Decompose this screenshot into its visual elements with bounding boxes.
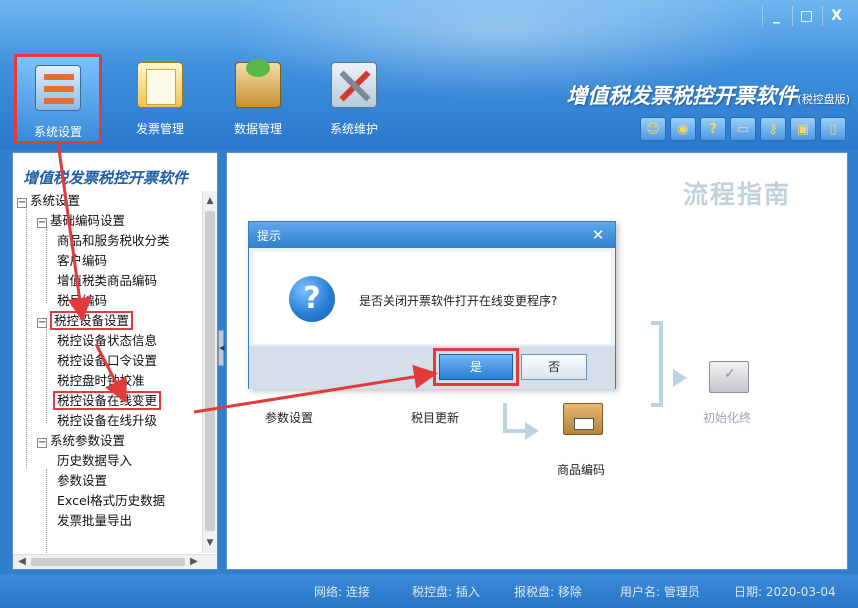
flow-connector <box>651 403 663 407</box>
splitter-handle[interactable]: ◀ <box>218 330 224 366</box>
minimize-icon[interactable]: _ <box>762 6 790 26</box>
toolbar-data-management-button[interactable]: 数据管理 <box>214 54 302 144</box>
navigation-tree-panel: 增值税发票税控开票软件 − 系统设置 − 基础编码设置 商品和服务税收分类 客户编码… <box>12 152 218 570</box>
flow-step-product-code[interactable]: 商品编码 <box>557 461 605 478</box>
tree-vertical-scrollbar[interactable]: ▲ ▼ <box>202 191 217 553</box>
tree-node-system-params[interactable]: − 系统参数设置 <box>37 431 125 451</box>
scroll-up-icon[interactable]: ▲ <box>203 193 217 209</box>
card-icon[interactable]: ▣ <box>790 117 816 141</box>
status-date: 日期: 2020-03-04 <box>734 585 836 599</box>
toolbar-label: 发票管理 <box>135 122 184 136</box>
flow-step-init[interactable]: 初始化终 <box>703 409 751 426</box>
tree-node-basic-code[interactable]: − 基础编码设置 <box>37 211 125 231</box>
guide-title: 流程指南 <box>682 180 791 209</box>
collapse-icon[interactable]: − <box>17 198 27 208</box>
scroll-left-icon[interactable]: ◀ <box>15 555 29 569</box>
key-icon[interactable]: ⚷ <box>760 117 786 141</box>
collapse-icon[interactable]: − <box>37 218 47 228</box>
toolbar-label: 数据管理 <box>233 122 282 136</box>
close-icon[interactable]: X <box>822 6 850 26</box>
flow-step-param-settings[interactable]: 参数设置 <box>265 409 313 426</box>
tree-node-param-settings[interactable]: 参数设置 <box>57 471 107 491</box>
tree-node-tax-classification[interactable]: 商品和服务税收分类 <box>57 231 170 251</box>
scroll-thumb[interactable] <box>31 558 185 566</box>
status-user: 用户名: 管理员 <box>620 585 700 599</box>
init-check-icon[interactable] <box>709 361 749 393</box>
tree-node-device-password[interactable]: 税控设备口令设置 <box>57 351 157 371</box>
window-controls: _ □ X <box>762 6 850 26</box>
flow-connector <box>503 429 527 433</box>
toolbar-label: 系统设置 <box>33 125 82 139</box>
app-edition: (税控盘版) <box>797 93 850 106</box>
toolbar-label: 系统维护 <box>329 122 378 136</box>
dialog-body: ? 是否关闭开票软件打开在线变更程序? <box>253 252 611 344</box>
tree-horizontal-scrollbar[interactable]: ◀ ▶ <box>13 554 217 569</box>
flow-step-tax-item-update[interactable]: 税目更新 <box>411 409 459 426</box>
collapse-icon[interactable]: − <box>37 318 47 328</box>
status-bar: 网络: 连接 税控盘: 插入 报税盘: 移除 用户名: 管理员 日期: 2020… <box>0 574 858 608</box>
tree-title: 增值税发票税控开票软件 <box>23 169 189 187</box>
dialog-footer: 是 否 <box>249 346 615 389</box>
dialog-title: 提示 <box>257 229 282 243</box>
no-button[interactable]: 否 <box>521 354 587 380</box>
tree-guide-line <box>26 209 27 469</box>
status-network: 网络: 连接 <box>314 585 370 599</box>
toolbar-system-maintenance-button[interactable]: 系统维护 <box>310 54 398 144</box>
tree-node-device-online-change[interactable]: 税控设备在线变更 <box>53 391 162 411</box>
dialog-message: 是否关闭开票软件打开在线变更程序? <box>359 294 558 308</box>
globe-icon[interactable]: ◉ <box>670 117 696 141</box>
scroll-down-icon[interactable]: ▼ <box>203 535 217 551</box>
tree-node-device-online-upgrade[interactable]: 税控设备在线升级 <box>57 411 157 431</box>
user-icon[interactable]: ☺ <box>640 117 666 141</box>
tree-guide-line <box>46 229 47 303</box>
tree-node-tax-item-code[interactable]: 税目编码 <box>57 291 107 311</box>
tree-node-clock-calibration[interactable]: 税控盘时钟校准 <box>57 371 145 391</box>
window-icon[interactable]: ▭ <box>730 117 756 141</box>
dialog-titlebar[interactable]: 提示 ✕ <box>249 222 615 248</box>
tree-node-device-settings[interactable]: − 税控设备设置 <box>37 311 134 331</box>
status-report-device: 报税盘: 移除 <box>514 585 582 599</box>
tree-node-customer-code[interactable]: 客户编码 <box>57 251 107 271</box>
collapse-icon[interactable]: − <box>37 438 47 448</box>
maximize-icon[interactable]: □ <box>792 6 820 26</box>
confirm-dialog: 提示 ✕ ? 是否关闭开票软件打开在线变更程序? 是 否 <box>248 221 616 389</box>
tree-node-system-settings[interactable]: − 系统设置 <box>17 191 80 211</box>
question-icon: ? <box>289 276 335 322</box>
status-tax-device: 税控盘: 插入 <box>412 585 480 599</box>
app-header: _ □ X 系统设置 发票管理 数据管理 系统维护 增值税发票税控开票软件(税控… <box>0 0 858 150</box>
scroll-right-icon[interactable]: ▶ <box>187 555 201 569</box>
tree-node-excel-history[interactable]: Excel格式历史数据 <box>57 491 165 511</box>
tree-node-device-status[interactable]: 税控设备状态信息 <box>57 331 157 351</box>
yes-button-highlight: 是 <box>433 348 519 386</box>
yes-button[interactable]: 是 <box>439 354 513 380</box>
toolbar-invoice-management-button[interactable]: 发票管理 <box>116 54 204 144</box>
data-box-icon <box>235 59 281 108</box>
flow-connector <box>503 403 507 431</box>
tree-node-history-import[interactable]: 历史数据导入 <box>57 451 132 471</box>
tree-node-batch-export[interactable]: 发票批量导出 <box>57 511 132 531</box>
help-icon[interactable]: ? <box>700 117 726 141</box>
product-box-icon[interactable] <box>563 403 603 435</box>
dialog-close-icon[interactable]: ✕ <box>587 225 609 245</box>
mobile-icon[interactable]: ▯ <box>820 117 846 141</box>
settings-icon <box>35 65 81 111</box>
flow-arrow-icon <box>673 369 687 387</box>
flow-arrow-icon <box>525 422 539 440</box>
tree-guide-line <box>46 469 47 563</box>
tools-icon <box>331 62 377 108</box>
scroll-thumb[interactable] <box>205 211 215 531</box>
app-title: 增值税发票税控开票软件(税控盘版) <box>566 84 850 108</box>
invoice-folder-icon <box>137 62 183 108</box>
tree-guide-line <box>46 329 47 423</box>
tree-node-vat-product-code[interactable]: 增值税类商品编码 <box>57 271 157 291</box>
quick-toolbar: ☺ ◉ ? ▭ ⚷ ▣ ▯ <box>640 117 846 141</box>
toolbar-system-settings-button[interactable]: 系统设置 <box>14 54 102 144</box>
flow-connector <box>659 321 663 407</box>
